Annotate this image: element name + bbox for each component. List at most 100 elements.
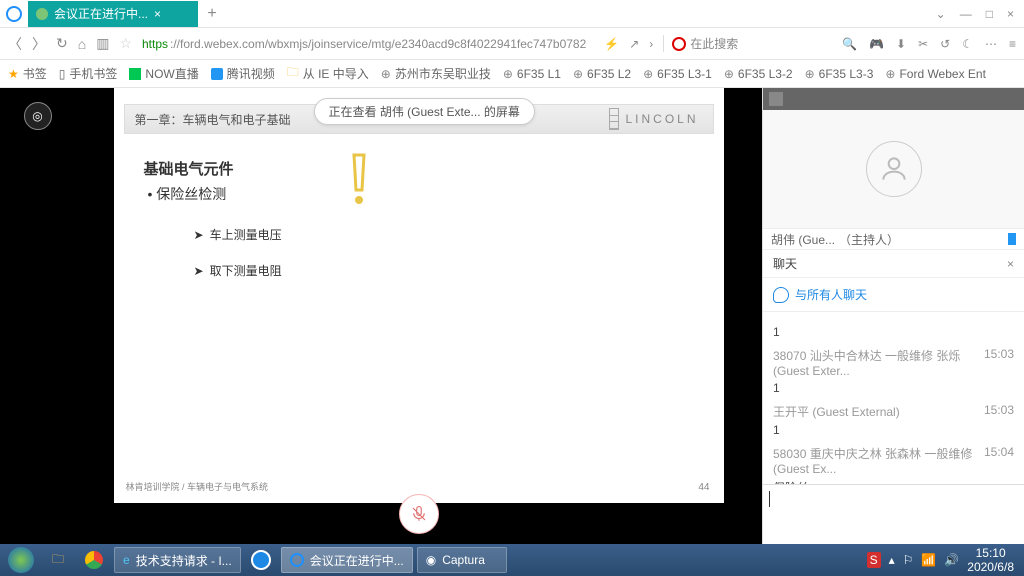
tray-chevron-icon[interactable]: ▴ [889,553,895,567]
window-minimize-icon[interactable]: — [960,7,972,21]
scissors-icon[interactable]: ✂ [918,37,928,51]
chat-body: 1 38070 汕头中合林达 一般维修 张烁 (Guest Exter...15… [763,312,1024,484]
chat-with-label: 与所有人聊天 [795,286,867,303]
taskbar-app-ie[interactable]: e技术支持请求 - I... [114,547,241,573]
moon-icon[interactable]: ☾ [962,37,973,51]
webex-icon [36,8,48,20]
download-icon[interactable]: ⬇ [896,37,906,51]
exclamation-icon [344,150,374,210]
content-area: ◎ 第一章：车辆电气和电子基础 LINCOLN 正在查看 胡伟 (Guest E… [0,88,1024,544]
bookmark-bar: ★书签 ▯手机书签 NOW直播 腾讯视频 🗀从 IE 中导入 ⊕苏州市东吴职业技… [0,60,1024,88]
tray-volume-icon[interactable]: 🔊 [944,553,959,567]
sogou-browser-icon[interactable] [245,546,277,574]
host-name: 胡伟 (Gue... [771,231,835,248]
host-role: （主持人） [839,231,899,248]
chat-message: 58030 重庆中庆之林 张森林 一般维修 (Guest Ex...15:04保… [763,441,1024,484]
start-button[interactable] [4,546,38,574]
tab-title: 会议正在进行中... [54,5,148,22]
chat-close-button[interactable]: × [1007,257,1014,271]
bookmark-l2[interactable]: ⊕6F35 L2 [573,67,631,81]
taskbar-app-captura[interactable]: ◉Captura [417,547,507,573]
address-bar: 〈 〉 ↻ ⌂ ▥ ☆ https://ford.webex.com/wbxmj… [0,28,1024,60]
chat-bubble-icon [773,287,789,303]
url-field[interactable]: https://ford.webex.com/wbxmjs/joinservic… [142,37,586,51]
bookmark-suzhou[interactable]: ⊕苏州市东吴职业技 [381,65,491,82]
bookmark-l33[interactable]: ⊕6F35 L3-3 [805,67,874,81]
shared-slide: 第一章：车辆电气和电子基础 LINCOLN 正在查看 胡伟 (Guest Ext… [114,88,724,503]
new-tab-button[interactable]: + [198,5,226,23]
share-icon[interactable]: ↗ [629,37,639,51]
panel-grid-icon[interactable] [769,92,783,106]
panel-toolbar [763,88,1024,110]
taskbar-app-webex[interactable]: 会议正在进行中... [281,547,413,573]
sogou-icon [672,37,686,51]
viewing-banner: 正在查看 胡伟 (Guest Exte... 的屏幕 [314,98,535,125]
lincoln-logo-icon [609,108,619,130]
explorer-icon[interactable]: 🗀 [42,546,74,574]
menu-icon[interactable]: ≡ [1009,37,1016,51]
back-button[interactable]: 〈 [8,34,22,54]
reload-button[interactable]: ↻ [56,35,68,52]
home-button[interactable]: ⌂ [78,36,86,52]
chat-title: 聊天 [773,255,797,272]
bookmark-webex[interactable]: ⊕Ford Webex Ent [885,67,986,81]
app-icon[interactable] [0,0,28,28]
bookmark-root[interactable]: ★书签 [8,65,47,82]
microphone-muted-icon [410,505,428,523]
slide-heading: 基础电气元件 [144,158,234,179]
bookmark-tencent[interactable]: 腾讯视频 [211,65,275,82]
windows-icon [8,547,34,573]
view-toggle-button[interactable]: ◎ [24,102,52,130]
forward-button[interactable]: 〉 [32,34,46,54]
bookmark-mobile[interactable]: ▯手机书签 [59,65,118,82]
gamepad-icon[interactable]: 🎮 [869,37,884,51]
window-close-icon[interactable]: × [1007,7,1014,21]
url-protocol: https [142,37,168,51]
bookmark-ie-import[interactable]: 🗀从 IE 中导入 [287,63,369,84]
tray-sogou-icon[interactable]: S [867,552,881,568]
mute-button[interactable] [399,494,439,534]
slide-bullet: • 保险丝检测 [148,184,227,204]
search-placeholder: 在此搜索 [690,35,738,52]
left-rail: ◎ [0,88,75,544]
window-maximize-icon[interactable]: □ [986,7,993,21]
avatar-placeholder [866,141,922,197]
tray-flag-icon[interactable]: ⚐ [903,553,914,567]
chevron-icon[interactable]: › [649,37,653,51]
lightning-icon[interactable]: ⚡ [604,37,619,51]
presentation-area: 第一章：车辆电气和电子基础 LINCOLN 正在查看 胡伟 (Guest Ext… [75,88,762,544]
chat-input[interactable] [763,484,1024,544]
chat-header: 聊天 × [763,250,1024,278]
tab-close-icon[interactable]: × [154,7,161,21]
bookmark-l1[interactable]: ⊕6F35 L1 [503,67,561,81]
chapter-title: 第一章：车辆电气和电子基础 [135,111,291,128]
search-box[interactable]: 在此搜索 [663,35,738,52]
window-tray-icon[interactable]: ⌄ [936,7,946,21]
url-path: ://ford.webex.com/wbxmjs/joinservice/mtg… [170,37,586,51]
history-icon[interactable]: ↺ [940,37,950,51]
search-icon[interactable]: 🔍 [842,37,857,51]
slide-page-number: 44 [698,482,709,493]
chat-message: 王开平 (Guest External)15:031 [763,399,1024,441]
lincoln-brand: LINCOLN [609,108,698,130]
slide-footer: 林肯培训学院 / 车辆电子与电气系统 [126,480,269,493]
slide-sub2: ➤取下测量电阻 [194,262,282,279]
video-area [763,110,1024,228]
bookmark-l32[interactable]: ⊕6F35 L3-2 [724,67,793,81]
slide-sub1: ➤车上测量电压 [194,226,282,243]
chat-with-row[interactable]: 与所有人聊天 [763,278,1024,312]
host-row[interactable]: 胡伟 (Gue... （主持人） [763,228,1024,250]
person-icon [878,153,910,185]
browser-tab[interactable]: 会议正在进行中... × [28,1,198,27]
taskbar: 🗀 e技术支持请求 - I... 会议正在进行中... ◉Captura S ▴… [0,544,1024,576]
bookmark-now[interactable]: NOW直播 [129,65,198,82]
tray-network-icon[interactable]: 📶 [921,553,936,567]
sidebar-button[interactable]: ▥ [96,35,109,52]
chrome-icon[interactable] [78,546,110,574]
bookmark-l31[interactable]: ⊕6F35 L3-1 [643,67,712,81]
star-button[interactable]: ☆ [119,35,132,52]
host-badge-icon [1008,233,1016,245]
more-icon[interactable]: ⋯ [985,37,997,51]
chat-message: 38070 汕头中合林达 一般维修 张烁 (Guest Exter...15:0… [763,343,1024,399]
tray-clock[interactable]: 15:10 2020/6/8 [967,546,1014,575]
